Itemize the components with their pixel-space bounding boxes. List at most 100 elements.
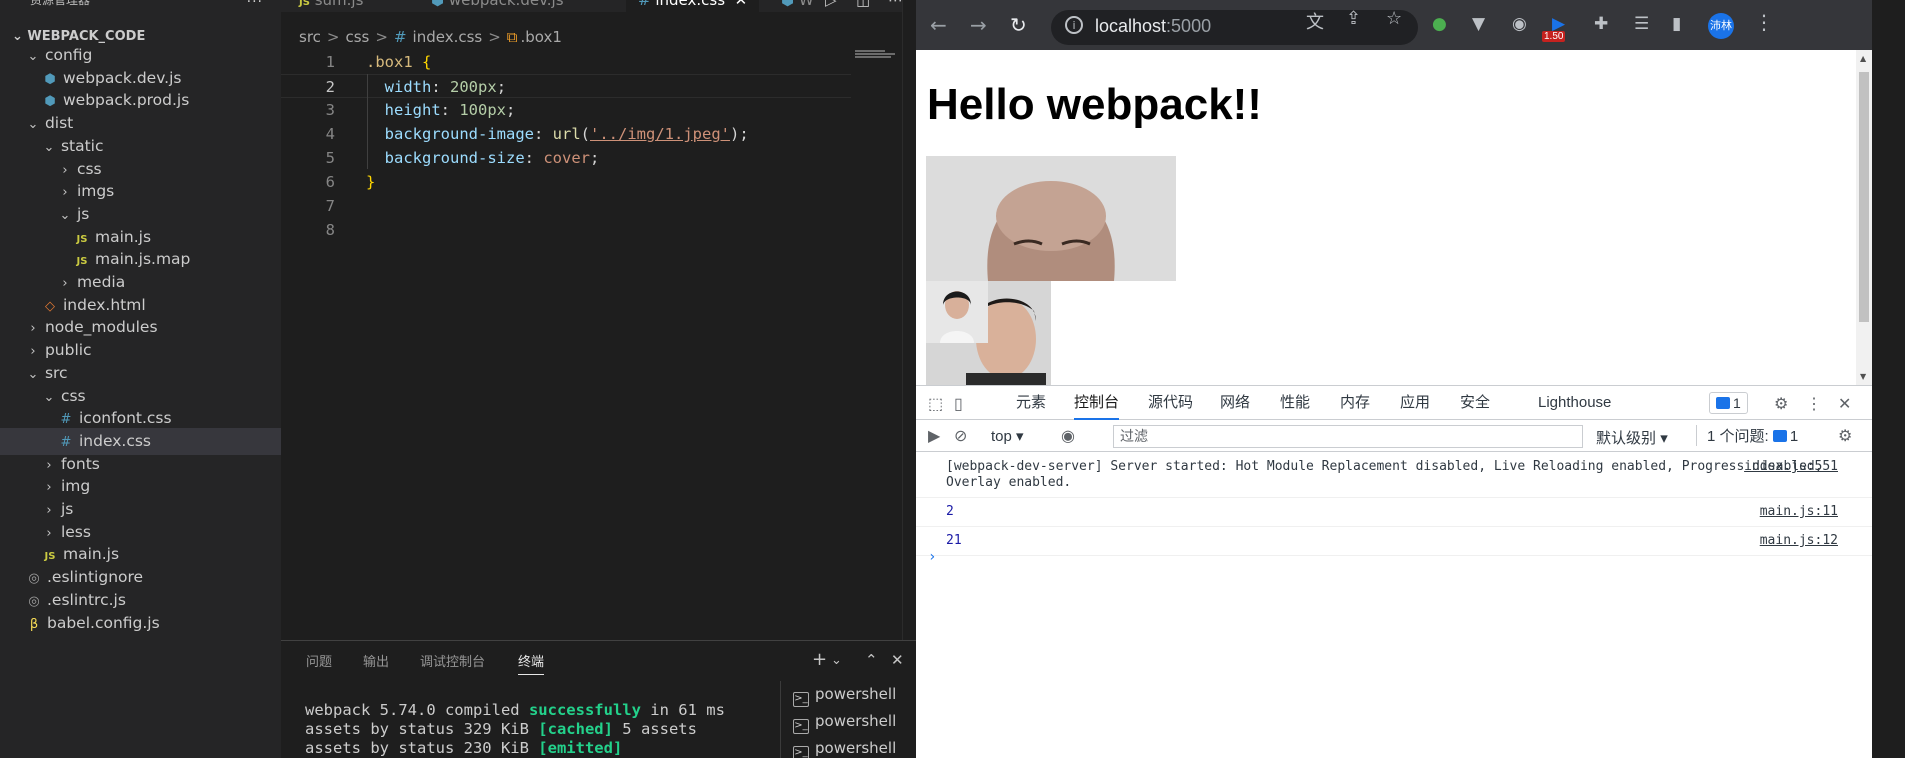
tree-item-label: src [44, 363, 68, 382]
devtools-tab-bar: ⬚ ▯ 元素 控制台 源代码 网络 性能 内存 应用 安全 Lighthouse… [916, 386, 1872, 420]
console-message: [webpack-dev-server] Server started: Hot… [916, 453, 1872, 498]
console-messages: [webpack-dev-server] Server started: Hot… [916, 453, 1872, 565]
puzzle-icon[interactable]: ✚ [1594, 14, 1608, 34]
close-icon[interactable]: ✕ [1838, 394, 1851, 414]
tree-item-label: media [76, 273, 126, 291]
tab-output[interactable]: 输出 [363, 651, 389, 675]
url-text[interactable]: localhost:5000 [1095, 16, 1211, 37]
console-prompt[interactable]: › [928, 549, 936, 565]
scroll-down-icon[interactable]: ▼ [1860, 372, 1866, 381]
box3-image [926, 281, 988, 343]
code-editor[interactable]: 1 .box1 { 2 width: 200px; 3 height: 100px… [281, 50, 916, 250]
close-icon[interactable]: ✕ [891, 651, 904, 669]
side-panel-icon[interactable]: ▮ [1672, 14, 1681, 34]
tree-file[interactable]: β babel.config.js [0, 610, 281, 637]
eye-icon[interactable]: ◉ [1061, 426, 1075, 446]
tab-sum-js[interactable]: JS sum.js [299, 0, 363, 12]
extension-globe-icon[interactable]: ● [1432, 14, 1447, 34]
tree-item-label: public [44, 341, 92, 360]
more-vert-icon[interactable]: ⋮ [1806, 394, 1822, 414]
source-link[interactable]: main.js:12 [1760, 533, 1838, 549]
forward-icon[interactable]: → [970, 13, 987, 37]
page-scrollbar[interactable]: ▲ ▼ [1856, 50, 1872, 385]
tree-item-label: fonts [60, 454, 100, 473]
add-terminal-icon[interactable]: + [812, 649, 827, 670]
star-icon[interactable]: ☆ [1386, 8, 1402, 29]
tab-performance[interactable]: 性能 [1280, 386, 1310, 420]
maximize-panel-icon[interactable]: ⌃ [865, 651, 878, 669]
issue-flag-icon [1716, 397, 1730, 409]
tab-sources[interactable]: 源代码 [1148, 386, 1193, 420]
more-actions-icon[interactable]: ··· [247, 0, 263, 10]
more-menu-icon[interactable]: ⋮ [1754, 10, 1774, 34]
extension-vue-icon[interactable]: ▼ [1472, 14, 1485, 34]
tab-application[interactable]: 应用 [1400, 386, 1430, 420]
browser-toolbar: ← → ↻ i localhost:5000 ☆ ⇪ 文 ● ▼ ◉ ▶ 1.5… [916, 0, 1872, 50]
explorer-panel: 资源管理器 ··· ⌄ WEBPACK_CODE ⌄ config ⬢ webpac… [0, 0, 281, 758]
tab-problems[interactable]: 问题 [306, 651, 332, 675]
breadcrumb-file[interactable]: index.css [413, 28, 483, 46]
terminal-output[interactable]: webpack 5.74.0 compiled successfully in … [305, 701, 725, 758]
source-link[interactable]: main.js:11 [1760, 504, 1838, 520]
breadcrumb-src[interactable]: src [299, 28, 321, 46]
sidebar-toggle-icon[interactable]: ▶ [928, 426, 940, 446]
page-viewport: Hello webpack!! [916, 50, 1856, 385]
editor-scrollbar[interactable] [902, 0, 916, 640]
tab-lighthouse[interactable]: Lighthouse [1538, 386, 1611, 420]
tree-item-label: js [76, 204, 90, 223]
console-settings-icon[interactable]: ⚙ [1838, 426, 1852, 446]
breadcrumb-css[interactable]: css [345, 28, 369, 46]
issues-counter-button[interactable]: 1 个问题: 1 [1696, 425, 1798, 446]
settings-gear-icon[interactable]: ⚙ [1774, 394, 1788, 414]
tree-item-label: webpack.prod.js [63, 91, 190, 110]
tab-security[interactable]: 安全 [1460, 386, 1490, 420]
run-icon[interactable]: ▷ [825, 0, 837, 12]
share-icon[interactable]: ⇪ [1346, 8, 1361, 29]
tab-terminal[interactable]: 终端 [518, 651, 545, 675]
log-level-select[interactable]: 默认级别 ▾ [1596, 427, 1668, 448]
site-info-icon[interactable]: i [1065, 16, 1083, 34]
media-icon[interactable]: ☰ [1634, 14, 1649, 34]
chevron-right-icon: > [326, 28, 340, 46]
clear-console-icon[interactable]: ⊘ [954, 426, 967, 446]
source-link[interactable]: index.js:551 [1744, 459, 1838, 475]
translate-icon[interactable]: 文 [1306, 8, 1324, 34]
terminal-item[interactable]: >_ powershell [793, 708, 896, 735]
css-selector: .box1 [366, 53, 413, 71]
tab-webpack-dev[interactable]: ⬢ webpack.dev.js [431, 0, 564, 12]
scroll-up-icon[interactable]: ▲ [1860, 54, 1866, 63]
terminal-item[interactable]: >_ powershell [793, 681, 896, 708]
tab-partial[interactable]: ⬢ W [781, 0, 814, 12]
minimap[interactable] [855, 50, 900, 60]
tab-network[interactable]: 网络 [1220, 386, 1250, 420]
tab-debug-console[interactable]: 调试控制台 [420, 651, 485, 675]
tree-item-label: less [60, 522, 91, 541]
tab-memory[interactable]: 内存 [1340, 386, 1370, 420]
context-select[interactable]: top ▾ [991, 427, 1024, 445]
issues-badge-button[interactable]: 1 [1709, 392, 1748, 414]
inspect-icon[interactable]: ⬚ [928, 394, 943, 414]
console-message: 21 main.js:12 [916, 527, 1872, 556]
babel-icon: β [29, 616, 39, 632]
filter-input[interactable]: 过滤 [1113, 425, 1583, 448]
js-file-icon: JS [299, 0, 310, 8]
page-heading: Hello webpack!! [927, 80, 1262, 129]
reload-icon[interactable]: ↻ [1010, 13, 1027, 37]
more-actions-icon[interactable]: ⋯ [888, 0, 903, 12]
tab-console[interactable]: 控制台 [1074, 386, 1120, 420]
breadcrumb-symbol[interactable]: .box1 [521, 28, 562, 46]
profile-avatar[interactable]: 沛林 [1708, 13, 1734, 39]
back-icon[interactable]: ← [930, 13, 947, 37]
address-bar[interactable]: i localhost:5000 [1051, 10, 1418, 45]
chevron-down-icon[interactable]: ⌄ [831, 653, 842, 668]
close-icon[interactable]: ✕ [735, 0, 748, 9]
box1-image [926, 156, 1176, 281]
scroll-thumb[interactable] [1859, 72, 1869, 322]
terminal-item[interactable]: >_ powershell [793, 735, 896, 758]
terminal-list: >_ powershell >_ powershell >_ powershell [780, 681, 916, 758]
tab-index-css[interactable]: # index.css ✕ [626, 0, 760, 12]
device-toolbar-icon[interactable]: ▯ [954, 394, 963, 414]
split-editor-icon[interactable]: ◫ [856, 0, 870, 12]
tab-elements[interactable]: 元素 [1016, 386, 1046, 420]
extension-mask-icon[interactable]: ◉ [1512, 14, 1527, 34]
